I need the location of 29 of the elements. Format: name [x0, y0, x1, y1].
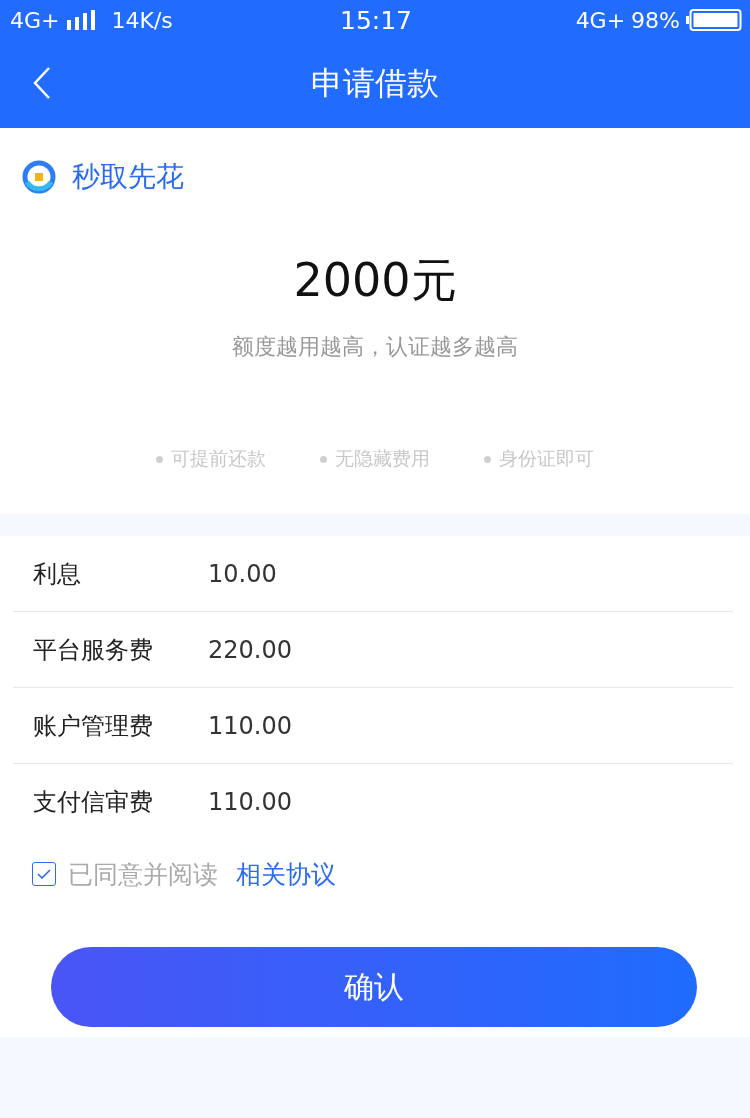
battery-icon	[686, 9, 742, 31]
amount-hint: 额度越用越高，认证越多越高	[231, 333, 519, 361]
product-name: 秒取先花	[72, 159, 184, 195]
fee-label: 平台服务费	[33, 634, 154, 666]
bullet-icon	[484, 455, 491, 463]
network-label: 4G+	[10, 7, 60, 33]
checkmark-icon	[37, 869, 51, 879]
fee-value: 10.00	[208, 559, 277, 588]
agreement-text: 已同意并阅读	[68, 858, 218, 891]
bullet-icon	[156, 455, 163, 463]
fee-value: 110.00	[208, 787, 292, 816]
signal-icon	[67, 10, 98, 30]
agree-checkbox[interactable]	[32, 862, 56, 886]
agreement-link[interactable]: 相关协议	[236, 857, 336, 891]
confirm-button[interactable]: 确认	[51, 947, 697, 1027]
bullet-icon	[320, 455, 327, 463]
network-speed: 14K/s	[111, 7, 173, 33]
loan-amount: 2000元	[292, 252, 458, 309]
network-label: 4G+	[575, 7, 626, 33]
fee-label: 支付信审费	[33, 786, 154, 818]
fee-value: 220.00	[208, 635, 292, 664]
clock: 15:17	[340, 5, 413, 35]
battery-percent: 98%	[631, 7, 680, 33]
fee-label: 账户管理费	[33, 710, 154, 742]
back-icon[interactable]	[32, 66, 52, 100]
fee-label: 利息	[33, 558, 82, 590]
product-logo-icon	[22, 160, 56, 194]
fee-value: 110.00	[208, 711, 292, 740]
page-title: 申请借款	[311, 63, 439, 104]
